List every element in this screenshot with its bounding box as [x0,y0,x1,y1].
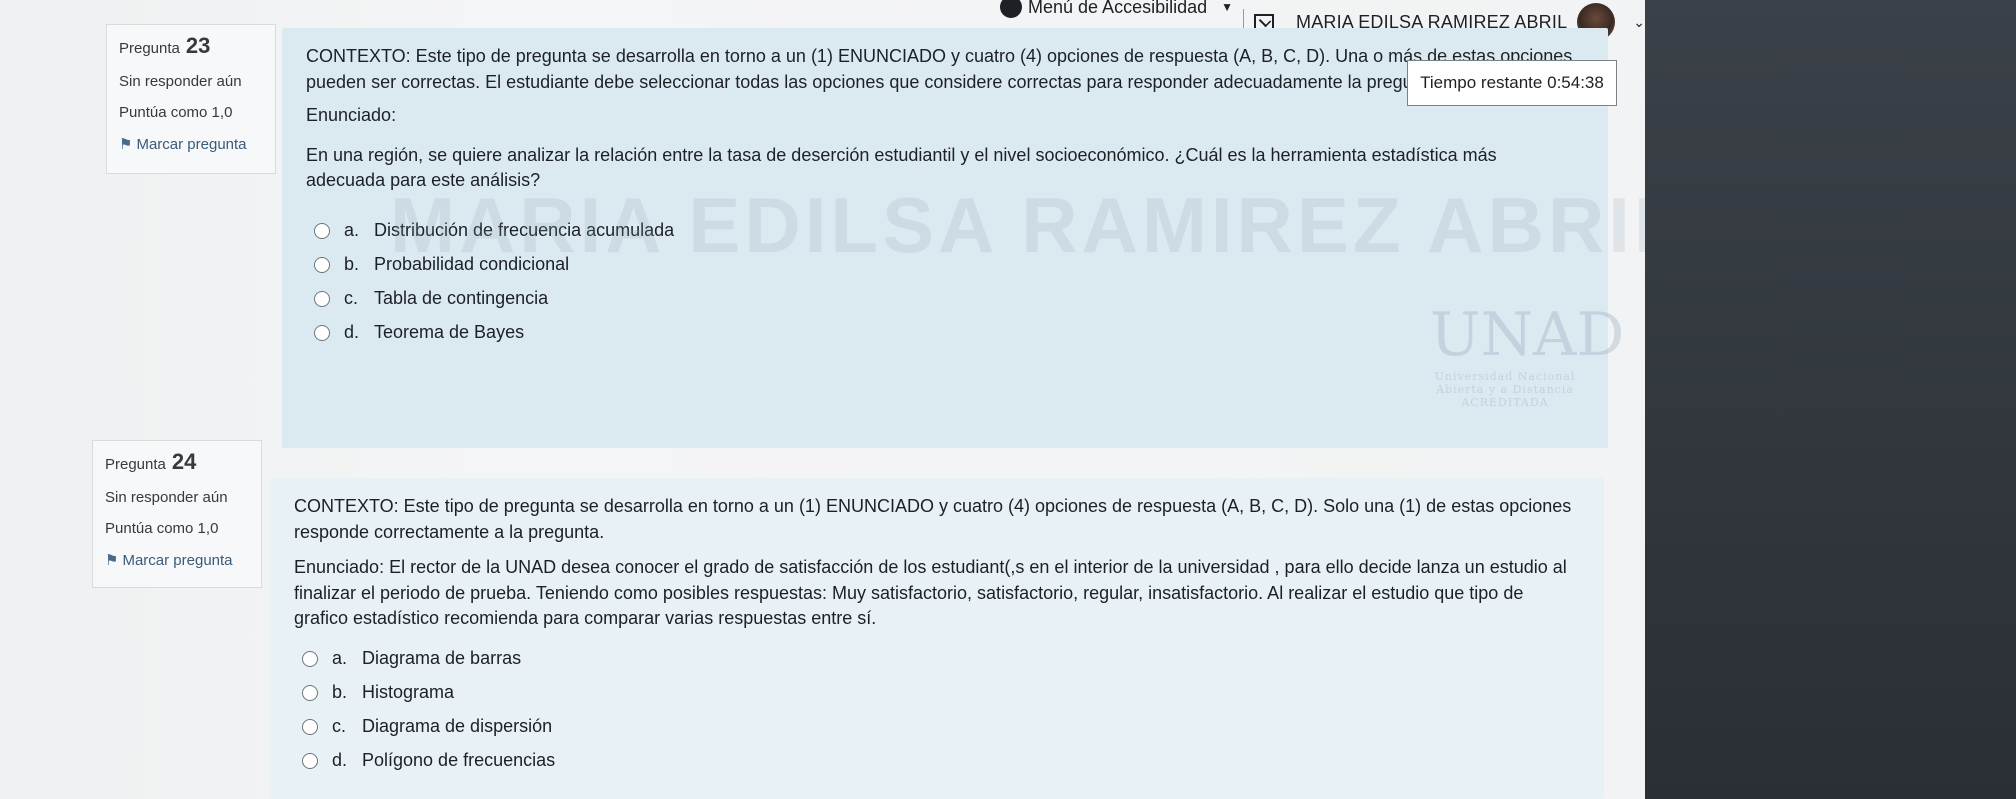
radio-button[interactable] [302,684,318,701]
question-score: Puntúa como 1,0 [105,520,219,537]
timer-value: 0:54:38 [1547,73,1604,92]
answer-option-b[interactable]: b. Probabilidad condicional [314,248,1584,282]
question-status: Sin responder aún [105,489,228,506]
question-statement: En una región, se quiere analizar la rel… [306,144,1497,191]
unad-logo: UNAD Universidad Nacional Abierta y a Di… [1430,300,1625,420]
logo-name: UNAD [1430,300,1625,370]
question-statement: Enunciado: El rector de la UNAD desea co… [294,557,1567,629]
flag-question-button[interactable]: ⚑ Marcar pregunta [105,551,249,569]
radio-button[interactable] [314,256,330,273]
answer-text: Diagrama de dispersión [362,715,553,736]
question-context: CONTEXTO: Este tipo de pregunta se desar… [294,496,1572,542]
question-context: CONTEXTO: Este tipo de pregunta se desar… [306,46,1573,92]
user-menu-chevron-icon[interactable]: ⌄ [1633,14,1645,31]
answer-text: Polígono de frecuencias [362,749,556,770]
answer-text: Histograma [362,681,455,702]
answer-letter: c. [332,715,347,736]
question-status: Sin responder aún [119,73,242,90]
radio-button[interactable] [314,324,330,341]
radio-button[interactable] [302,718,318,735]
answer-option-b[interactable]: b. Histograma [302,676,1580,710]
chevron-down-icon: ▼ [1221,0,1233,14]
timer-label: Tiempo restante [1420,73,1543,92]
answer-text: Probabilidad condicional [374,253,570,274]
accessibility-menu-label: Menú de Accesibilidad [1028,0,1208,17]
answer-option-c[interactable]: c. Diagrama de dispersión [302,710,1580,744]
answer-letter: a. [344,219,360,240]
accessibility-menu[interactable]: Menú de Accesibilidad ▼ [1000,0,1233,18]
answer-option-a[interactable]: a. Distribución de frecuencia acumulada [314,214,1584,248]
answer-letter: b. [332,681,348,702]
logo-line1: Universidad Nacional [1434,370,1576,383]
question-content-24: CONTEXTO: Este tipo de pregunta se desar… [270,478,1604,799]
flag-question-label: Marcar pregunta [122,552,233,569]
logo-line2: Abierta y a Distancia [1436,383,1574,396]
radio-button[interactable] [314,290,330,307]
accessibility-icon [1000,0,1022,18]
question-label: Pregunta [105,456,166,473]
answer-option-a[interactable]: a. Diagrama de barras [302,642,1580,676]
dark-background-region [1645,0,2016,799]
answer-list: a. Distribución de frecuencia acumulada … [314,214,1584,350]
answer-text: Diagrama de barras [362,647,522,668]
time-remaining: Tiempo restante 0:54:38 [1407,60,1617,106]
question-score: Puntúa como 1,0 [119,104,233,121]
flag-icon: ⚑ [105,552,119,569]
radio-button[interactable] [302,752,318,769]
flag-icon: ⚑ [119,136,133,153]
question-number: 23 [185,33,211,58]
radio-button[interactable] [302,650,318,667]
answer-text: Teorema de Bayes [374,321,525,342]
answer-letter: a. [332,647,348,668]
question-number: 24 [171,449,197,474]
answer-text: Tabla de contingencia [374,287,549,308]
quiz-page: Menú de Accesibilidad ▼ MARIA EDILSA RAM… [0,0,1682,799]
answer-letter: b. [344,253,360,274]
radio-button[interactable] [314,222,330,239]
answer-letter: c. [344,287,359,308]
answer-text: Distribución de frecuencia acumulada [374,219,675,240]
answer-option-d[interactable]: d. Polígono de frecuencias [302,744,1580,778]
question-label: Pregunta [119,40,180,57]
answer-option-c[interactable]: c. Tabla de contingencia [314,282,1584,316]
answer-option-d[interactable]: d. Teorema de Bayes [314,316,1584,350]
answer-letter: d. [332,749,348,770]
flag-question-button[interactable]: ⚑ Marcar pregunta [119,135,263,153]
answer-list: a. Diagrama de barras b. Histograma c. D… [302,642,1580,778]
question-info-23: Pregunta 23 Sin responder aún Puntúa como… [106,24,276,174]
question-info-24: Pregunta 24 Sin responder aún Puntúa como… [92,440,262,588]
logo-badge: ACREDITADA [1461,396,1549,409]
statement-label: Enunciado: [306,105,397,126]
flag-question-label: Marcar pregunta [136,136,247,153]
answer-letter: d. [344,321,360,342]
